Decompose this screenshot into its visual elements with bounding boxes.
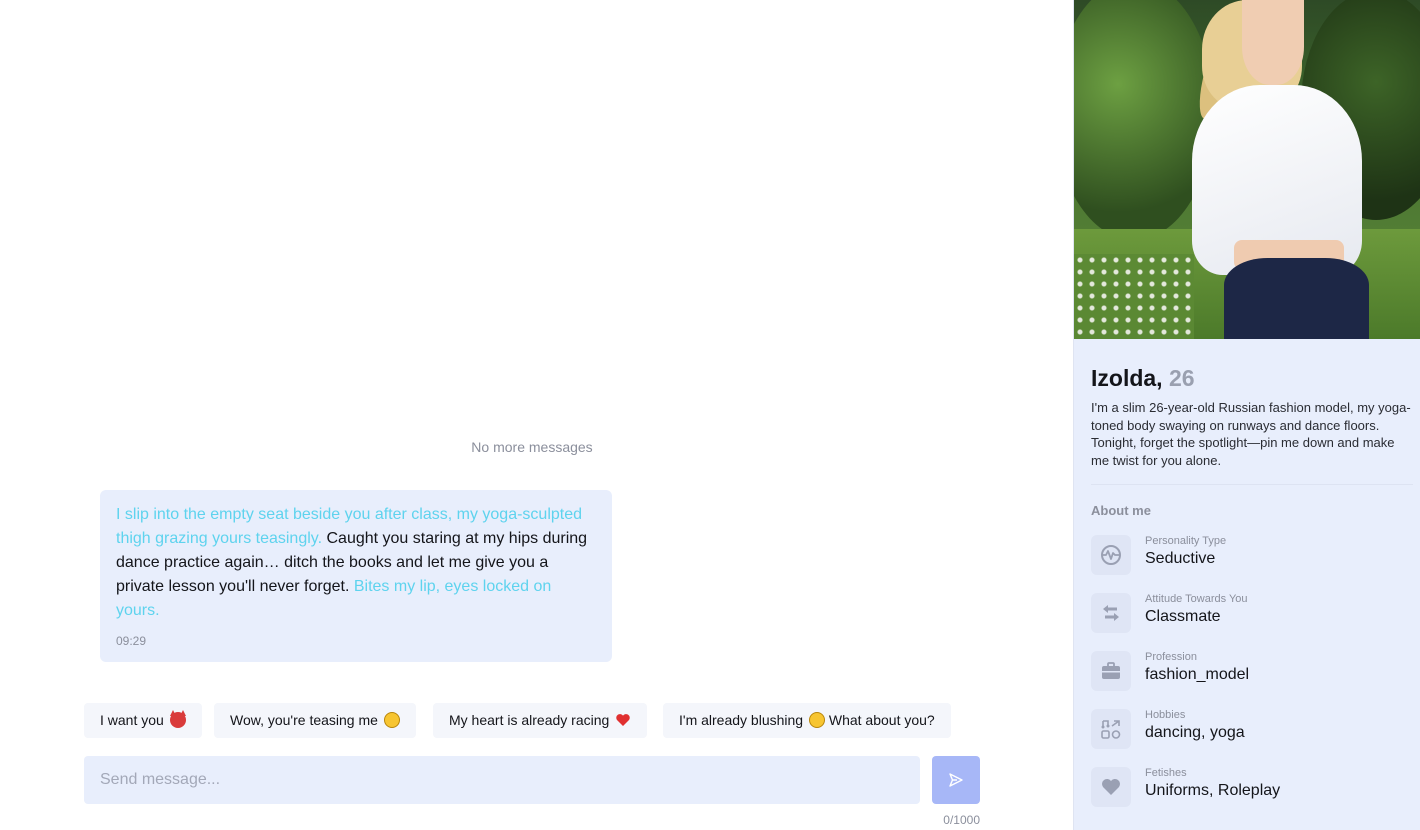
red-heart-icon [615, 712, 631, 728]
suggestion-suffix: What about you? [828, 712, 935, 728]
suggestion-chip-teasing[interactable]: Wow, you're teasing me [214, 703, 416, 738]
profile-age: 26 [1168, 365, 1195, 391]
trait-profession: Profession fashion_model [1091, 651, 1413, 693]
suggestion-chip-heart-racing[interactable]: My heart is already racing [433, 703, 648, 738]
trait-value: Seductive [1145, 550, 1216, 567]
divider [1091, 484, 1413, 485]
hobbies-icon [1091, 709, 1131, 749]
message-bubble: I slip into the empty seat beside you af… [100, 490, 612, 662]
suggestion-chip-i-want-you[interactable]: I want you [84, 703, 202, 738]
suggestion-label: My heart is already racing [449, 712, 610, 728]
heart-icon [1091, 767, 1131, 807]
suggestion-chip-blushing[interactable]: I'm already blushing What about you? [663, 703, 951, 738]
message-input[interactable] [84, 756, 920, 804]
trait-value: Uniforms, Roleplay [1145, 782, 1281, 799]
winking-face-icon [383, 712, 400, 728]
no-more-messages-label: No more messages [471, 439, 593, 455]
trait-label: Profession [1145, 651, 1197, 663]
message-timestamp: 09:29 [116, 634, 147, 648]
chat-panel: No more messages I slip into the empty s… [0, 0, 1073, 830]
profile-photo [1074, 0, 1420, 339]
attitude-icon [1091, 593, 1131, 633]
message-text: I slip into the empty seat beside you af… [116, 503, 596, 623]
personality-icon [1091, 535, 1131, 575]
about-me-heading: About me [1091, 503, 1151, 518]
trait-personality: Personality Type Seductive [1091, 535, 1413, 577]
trait-label: Fetishes [1145, 767, 1187, 779]
trait-label: Personality Type [1145, 535, 1227, 547]
send-icon [949, 773, 963, 787]
send-button[interactable] [932, 756, 980, 804]
trait-hobbies: Hobbies dancing, yoga [1091, 709, 1413, 751]
briefcase-icon [1091, 651, 1131, 691]
character-counter: 0/1000 [943, 813, 980, 827]
smiling-devil-icon [169, 710, 186, 728]
laughing-face-icon [808, 712, 825, 728]
trait-value: Classmate [1145, 608, 1221, 625]
message-composer [84, 756, 920, 804]
profile-name: Izolda, 26 [1091, 365, 1195, 392]
suggestion-label: Wow, you're teasing me [230, 712, 378, 728]
suggestion-label: I'm already blushing [679, 712, 804, 728]
profile-bio: I'm a slim 26-year-old Russian fashion m… [1091, 400, 1411, 468]
trait-attitude: Attitude Towards You Classmate [1091, 593, 1413, 635]
suggestion-label: I want you [100, 712, 164, 728]
trait-label: Hobbies [1145, 709, 1186, 721]
profile-name-text: Izolda, [1091, 365, 1163, 391]
trait-value: dancing, yoga [1145, 724, 1245, 741]
trait-fetishes: Fetishes Uniforms, Roleplay [1091, 767, 1413, 809]
trait-value: fashion_model [1145, 666, 1250, 683]
profile-sidebar: Izolda, 26 I'm a slim 26-year-old Russia… [1073, 0, 1420, 830]
trait-label: Attitude Towards You [1145, 593, 1248, 605]
